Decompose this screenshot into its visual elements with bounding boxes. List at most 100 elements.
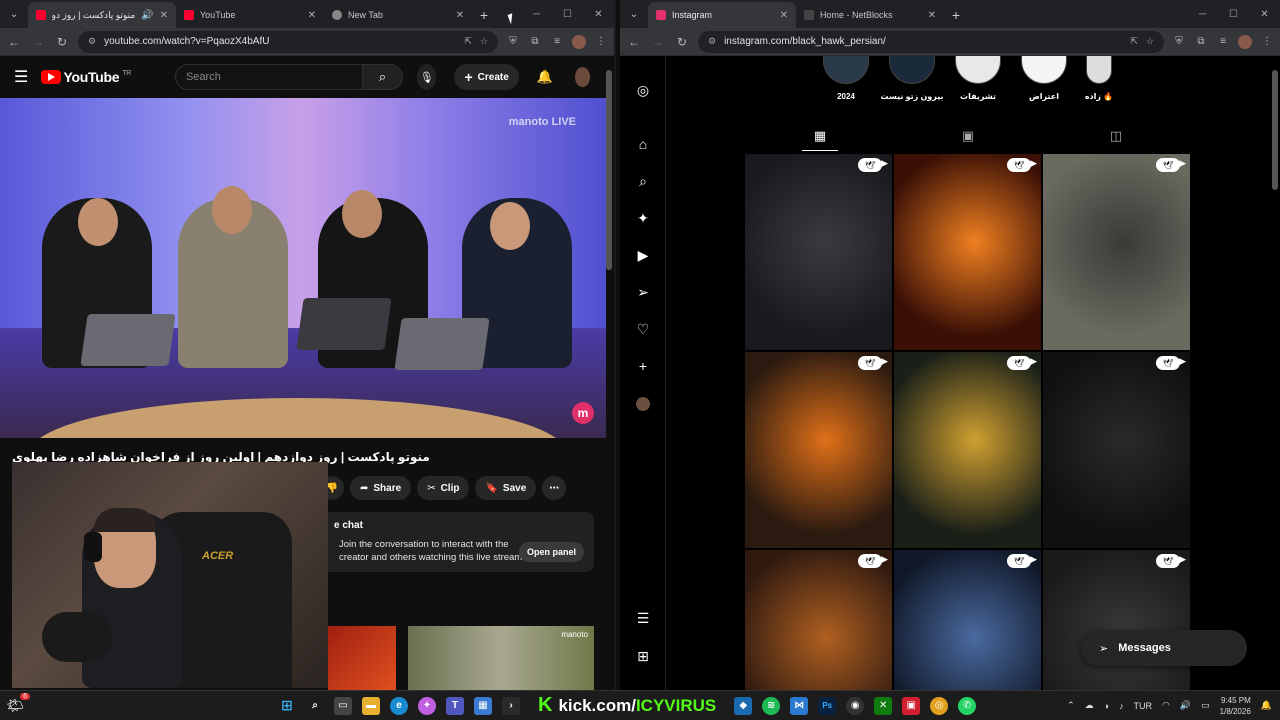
voice-search-icon[interactable]: 🎙 [416,64,437,90]
also-from-meta-icon[interactable]: ⊞ [633,646,653,666]
post-thumbnail[interactable]: ▶ 🕊 [745,154,892,350]
close-window-icon[interactable]: ✕ [583,0,614,28]
highlight-item[interactable]: زاده 🔥 [1084,56,1114,101]
windows-start-icon[interactable]: ⊞ [278,697,296,715]
more-menu-icon[interactable]: ☰ [633,608,653,628]
copilot-icon[interactable]: ✦ [418,696,436,715]
media-control-icon[interactable]: ≡ [1216,35,1230,49]
clip-button[interactable]: ✂ Clip [417,476,470,500]
highlight-item[interactable]: 2024 [820,56,872,101]
post-thumbnail[interactable]: ▶ 🕊 [894,352,1041,548]
post-thumbnail[interactable]: ▶ 🕊 [894,154,1041,350]
tab-instagram[interactable]: Instagram ✕ [648,2,796,28]
media-control-icon[interactable]: ≡ [550,35,564,49]
tab-netblocks[interactable]: Home - NetBlocks ✕ [796,2,944,28]
xbox-icon[interactable]: ✕ [874,696,893,715]
tagged-tab-icon[interactable]: ◫ [1110,128,1122,150]
terminal-icon[interactable]: › [502,696,520,715]
messages-send-icon[interactable]: ➢ [633,282,653,302]
whatsapp-icon[interactable]: ✆ [958,696,977,715]
vscode-icon[interactable]: ◆ [734,696,753,715]
menu-kebab-icon[interactable]: ⋮ [1260,35,1274,49]
close-tab-icon[interactable]: ✕ [308,10,316,21]
search-icon[interactable]: ⌕ [633,171,653,191]
site-info-icon[interactable]: ⚙ [708,36,716,47]
notification-bell-icon[interactable]: 🔔 [1261,700,1272,711]
profile-nav[interactable] [633,394,653,414]
battery-icon[interactable]: ▭ [1201,700,1210,711]
app-red-icon[interactable]: ▣ [902,696,921,715]
create-button[interactable]: + Create [454,64,519,90]
tab-search-button[interactable]: ⌄ [0,0,28,28]
reels-tab-icon[interactable]: ▣ [962,128,974,150]
related-video-thumbnail[interactable] [328,626,396,690]
store-icon[interactable]: ▦ [474,696,492,715]
tab-new-tab[interactable]: New Tab ✕ [324,2,472,28]
maximize-icon[interactable]: ☐ [552,0,583,28]
youtube-logo[interactable]: YouTube TR [40,69,131,85]
install-icon[interactable]: ⇱ [464,36,472,47]
tray-app-icon[interactable]: ☁ [1085,700,1094,711]
new-tab-button[interactable]: + [472,2,496,28]
file-explorer-icon[interactable]: ▬ [362,696,380,715]
post-thumbnail[interactable]: ▶ 🕊 [1043,352,1190,548]
forward-icon[interactable]: → [650,35,666,49]
page-scrollbar[interactable] [1272,70,1278,190]
bookmark-star-icon[interactable]: ☆ [480,36,488,47]
post-thumbnail[interactable]: ▶ 🕊 [745,550,892,690]
close-tab-icon[interactable]: ✕ [780,10,788,21]
wifi-icon[interactable]: ◠ [1162,700,1170,711]
search-button[interactable]: ⌕ [362,64,403,90]
close-tab-icon[interactable]: ✕ [160,10,168,21]
reload-icon[interactable]: ↻ [674,35,690,49]
create-plus-icon[interactable]: + [633,356,653,376]
save-button[interactable]: 🔖 Save [475,476,537,500]
post-thumbnail[interactable]: ▶ 🕊 [745,352,892,548]
related-video-thumbnail[interactable]: manoto [408,626,594,690]
notifications-heart-icon[interactable]: ♡ [633,319,653,339]
highlight-item[interactable]: بیرون زتو نیست [881,56,944,101]
install-icon[interactable]: ⇱ [1130,36,1138,47]
posts-grid-tab-icon[interactable]: ▦ [801,128,839,151]
spotify-icon[interactable]: ≋ [762,696,781,715]
search-input[interactable] [174,64,363,90]
clock[interactable]: 9:45 PM 1/8/2026 [1220,695,1251,717]
back-icon[interactable]: ← [626,35,642,49]
back-icon[interactable]: ← [6,35,22,49]
forward-icon[interactable]: → [30,35,46,49]
tray-app-icon[interactable]: ◑ [1104,701,1109,711]
page-scrollbar[interactable] [606,70,612,270]
new-tab-button[interactable]: + [944,2,968,28]
post-thumbnail[interactable]: ▶ 🕊 [1043,154,1190,350]
profile-avatar[interactable] [1238,34,1252,49]
minimize-icon[interactable]: ─ [521,0,552,28]
maximize-icon[interactable]: ☐ [1218,0,1249,28]
extensions-icon[interactable]: ⧉ [528,35,542,49]
tab-audio-icon[interactable]: 🔊 [141,10,153,21]
volume-icon[interactable]: 🔊 [1180,700,1191,711]
photoshop-icon[interactable]: Ps [818,696,837,715]
visual-studio-icon[interactable]: ⋈ [790,696,809,715]
highlight-item[interactable]: تشریفات [952,56,1004,101]
bookmark-star-icon[interactable]: ☆ [1146,36,1154,47]
reload-icon[interactable]: ↻ [54,35,70,49]
video-player[interactable]: manoto LIVE m [0,98,606,438]
profile-avatar[interactable] [572,34,586,49]
shield-extension-icon[interactable]: ⛨ [506,35,520,49]
account-avatar[interactable] [575,67,591,87]
highlight-item[interactable]: اعتراض [1018,56,1070,101]
url-field[interactable]: ⚙ instagram.com/black_hawk_persian/ ⇱ ☆ [698,30,1164,53]
tab-youtube[interactable]: YouTube ✕ [176,2,324,28]
hamburger-menu-icon[interactable]: ☰ [14,67,31,87]
share-button[interactable]: ➦ Share [350,476,412,500]
search-icon[interactable]: ⌕ [306,697,324,715]
close-tab-icon[interactable]: ✕ [928,10,936,21]
tray-app-icon[interactable]: ♪ [1119,701,1124,711]
notifications-bell-icon[interactable]: 🔔 [537,69,553,85]
site-info-icon[interactable]: ⚙ [88,36,96,47]
minimize-icon[interactable]: ─ [1187,0,1218,28]
tab-manoto[interactable]: منوتو پادکست | روز دواز 🔊 ✕ [28,2,176,28]
shield-extension-icon[interactable]: ⛨ [1172,35,1186,49]
open-panel-button[interactable]: Open panel [518,542,584,562]
obs-icon[interactable]: ◉ [846,696,865,715]
